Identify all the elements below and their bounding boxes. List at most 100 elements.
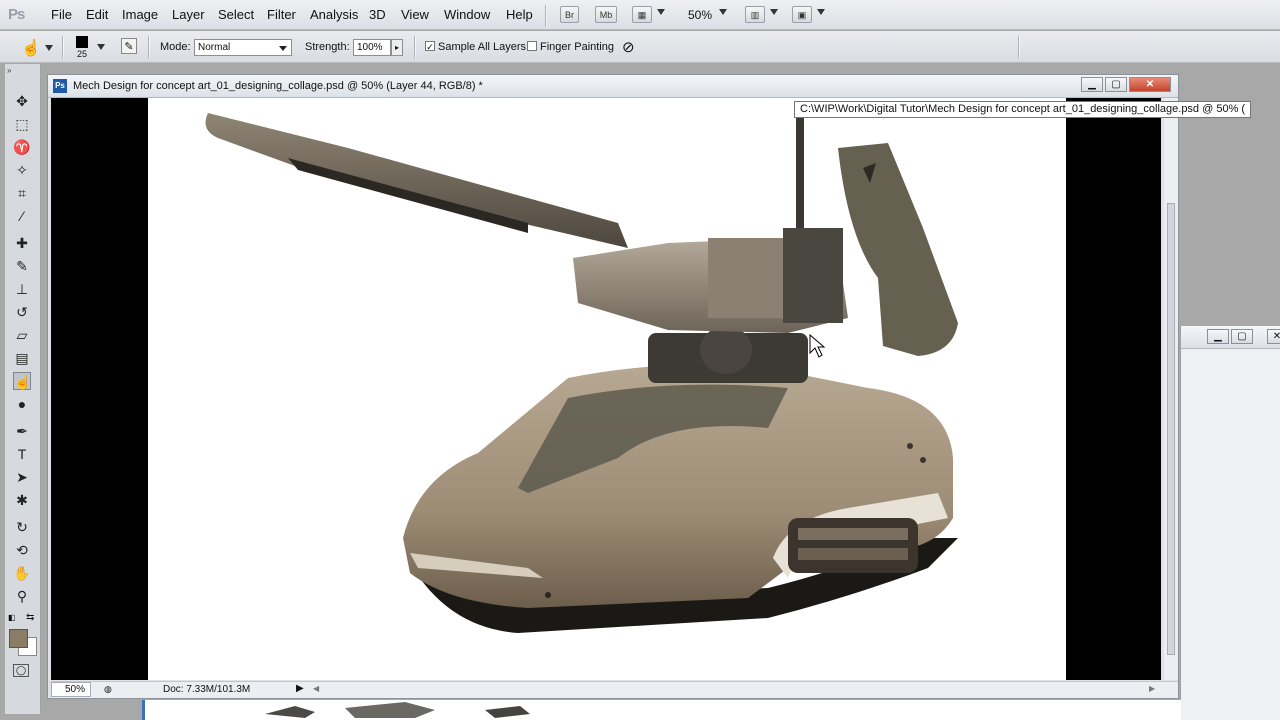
brush-size: 25: [77, 49, 88, 59]
mode-select[interactable]: Normal: [194, 39, 292, 56]
minibridge-button[interactable]: Mb: [595, 6, 617, 23]
arrange-documents-icon[interactable]: ▥: [745, 6, 765, 23]
status-zoom[interactable]: 50%: [51, 682, 91, 697]
document-title-bar[interactable]: Ps Mech Design for concept art_01_design…: [48, 75, 1178, 98]
healing-brush-icon[interactable]: ✚: [13, 234, 31, 252]
menu-3d[interactable]: 3D: [369, 7, 386, 22]
brush-icon[interactable]: ✎: [13, 257, 31, 275]
chevron-down-icon[interactable]: [657, 9, 665, 15]
default-colors-icon[interactable]: ◧: [8, 613, 16, 622]
menu-separator: [545, 5, 547, 27]
hand-icon[interactable]: ✋: [13, 564, 31, 582]
menu-help[interactable]: Help: [506, 7, 533, 22]
menu-filter[interactable]: Filter: [267, 7, 296, 22]
status-settings-icon[interactable]: ◍: [104, 684, 112, 695]
eraser-icon[interactable]: ▱: [13, 326, 31, 344]
clone-stamp-icon[interactable]: ⊥: [13, 280, 31, 298]
mouse-cursor-icon: [809, 333, 826, 358]
chevron-down-icon[interactable]: [719, 9, 727, 15]
pen-icon[interactable]: ✒: [13, 422, 31, 440]
strength-input[interactable]: 100%: [353, 39, 391, 56]
scroll-left-icon[interactable]: ◀: [313, 684, 319, 693]
menu-view[interactable]: View: [401, 7, 429, 22]
menu-analysis[interactable]: Analysis: [310, 7, 358, 22]
sample-all-layers-label: Sample All Layers: [438, 41, 527, 53]
maximize-button[interactable]: ▢: [1231, 329, 1253, 344]
mode-value: Normal: [198, 42, 231, 53]
foreground-color-swatch[interactable]: [9, 629, 28, 648]
vertical-scrollbar[interactable]: [1164, 98, 1178, 680]
photoshop-document-icon: Ps: [53, 79, 67, 93]
3d-rotate-icon[interactable]: ↻: [13, 518, 31, 536]
finger-painting-checkbox[interactable]: [527, 41, 537, 51]
status-bar: 50% ◍ Doc: 7.33M/101.3M ▶ ◀ ▶: [51, 681, 1178, 698]
chevron-down-icon[interactable]: [770, 9, 778, 15]
background-document-strip: [142, 700, 1181, 720]
zoom-level[interactable]: 50%: [688, 8, 712, 22]
lasso-icon[interactable]: ♈: [13, 138, 31, 156]
strength-slider-toggle[interactable]: ▸: [391, 39, 403, 56]
bridge-button[interactable]: Br: [560, 6, 579, 23]
history-brush-icon[interactable]: ↺: [13, 303, 31, 321]
close-button[interactable]: ✕: [1129, 77, 1171, 92]
brush-preview[interactable]: [76, 36, 88, 48]
extras-icon[interactable]: ▦: [632, 6, 652, 23]
gradient-icon[interactable]: ▤: [13, 349, 31, 367]
chevron-down-icon[interactable]: [817, 9, 825, 15]
close-button[interactable]: ✕: [1267, 329, 1280, 344]
minimize-button[interactable]: ▁: [1081, 77, 1103, 92]
secondary-window-title-bar[interactable]: ▁ ▢ ✕: [1181, 326, 1280, 349]
secondary-document-window: ▁ ▢ ✕: [1180, 326, 1280, 720]
strength-label: Strength:: [305, 41, 350, 53]
options-separator: [1018, 36, 1020, 58]
collapse-toolbox-icon[interactable]: »: [7, 66, 11, 75]
menu-edit[interactable]: Edit: [86, 7, 108, 22]
pressure-icon[interactable]: ⊘: [622, 38, 635, 56]
menu-file[interactable]: File: [51, 7, 72, 22]
options-bar: ☝ 25 ✎ Mode: Normal Strength: 100% ▸ ✓ S…: [0, 31, 1280, 63]
options-separator: [148, 36, 150, 58]
crop-icon[interactable]: ⌗: [13, 184, 31, 202]
background-artwork-preview: [265, 702, 530, 718]
eyedropper-icon[interactable]: ⁄: [13, 207, 31, 225]
chevron-down-icon[interactable]: [45, 45, 53, 51]
chevron-down-icon[interactable]: [97, 44, 105, 50]
quick-mask-icon[interactable]: ◯: [13, 664, 29, 677]
screen-mode-icon[interactable]: ▣: [792, 6, 812, 23]
scroll-thumb[interactable]: [1167, 203, 1175, 655]
brush-panel-icon[interactable]: ✎: [121, 38, 137, 54]
finger-painting-label: Finger Painting: [540, 41, 614, 53]
toolbox: » ✥ ⬚ ♈ ✧ ⌗ ⁄ ✚ ✎ ⊥ ↺ ▱ ▤ ☝ ● ✒ T ➤ ✱ ↻ …: [5, 64, 41, 714]
options-separator: [414, 36, 416, 58]
swap-colors-icon[interactable]: ⇆: [26, 612, 34, 623]
marquee-icon[interactable]: ⬚: [13, 115, 31, 133]
shape-icon[interactable]: ✱: [13, 491, 31, 509]
dodge-icon[interactable]: ●: [13, 395, 31, 413]
menu-select[interactable]: Select: [218, 7, 254, 22]
status-menu-arrow-icon[interactable]: ▶: [296, 683, 304, 694]
smudge-tool-preset-icon[interactable]: ☝: [21, 38, 41, 58]
scroll-right-icon[interactable]: ▶: [1149, 684, 1155, 693]
path-select-icon[interactable]: ➤: [13, 468, 31, 486]
mech-tank-artwork: [205, 113, 958, 633]
menu-layer[interactable]: Layer: [172, 7, 205, 22]
zoom-icon[interactable]: ⚲: [13, 587, 31, 605]
canvas[interactable]: [148, 98, 1066, 680]
chevron-down-icon: [279, 46, 287, 51]
type-icon[interactable]: T: [13, 445, 31, 463]
quick-select-icon[interactable]: ✧: [13, 161, 31, 179]
strength-value: 100%: [357, 42, 383, 53]
document-window: Ps Mech Design for concept art_01_design…: [47, 74, 1179, 699]
mode-label: Mode:: [160, 41, 191, 53]
document-path-tooltip: C:\WIP\Work\Digital Tutor\Mech Design fo…: [794, 101, 1252, 118]
move-icon[interactable]: ✥: [13, 92, 31, 110]
smudge-icon[interactable]: ☝: [13, 372, 31, 390]
maximize-button[interactable]: ▢: [1105, 77, 1127, 92]
menu-image[interactable]: Image: [122, 7, 158, 22]
sample-all-layers-checkbox[interactable]: ✓: [425, 41, 435, 52]
3d-orbit-icon[interactable]: ⟲: [13, 541, 31, 559]
canvas-area[interactable]: [51, 98, 1161, 680]
minimize-button[interactable]: ▁: [1207, 329, 1229, 344]
document-title: Mech Design for concept art_01_designing…: [73, 80, 483, 92]
menu-window[interactable]: Window: [444, 7, 490, 22]
